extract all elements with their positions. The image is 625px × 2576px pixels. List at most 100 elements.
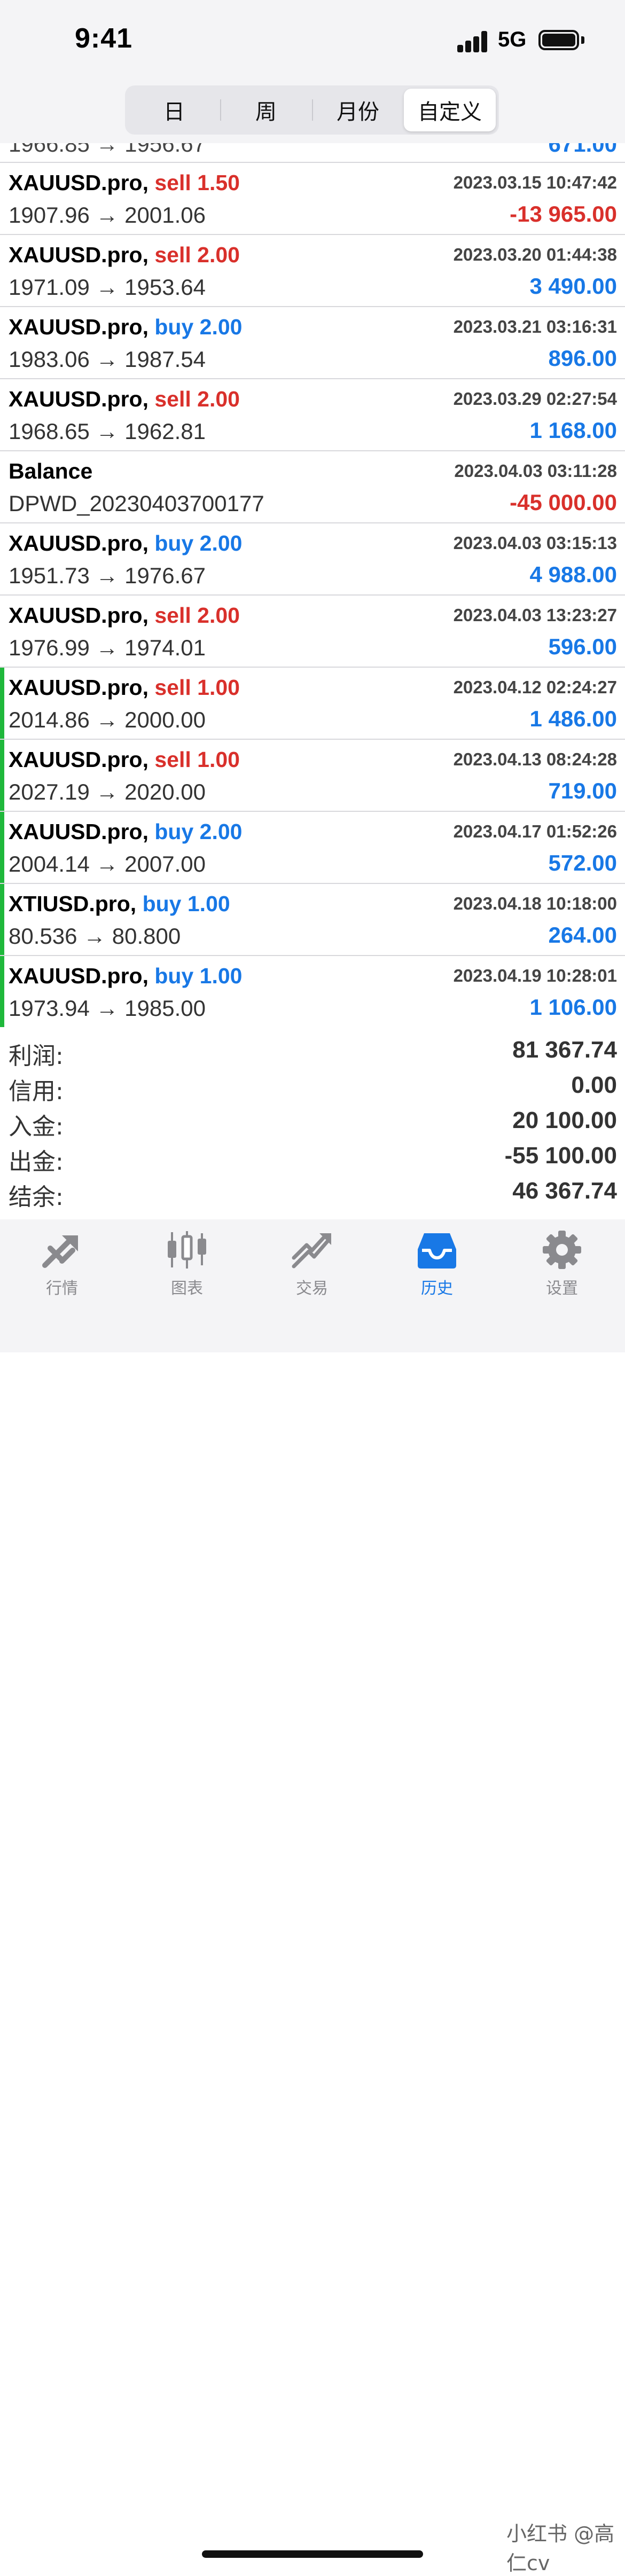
list-item[interactable]: XAUUSD.pro, sell 2.00 2023.04.03 13:23:27…	[0, 596, 625, 668]
trade-side: buy 2.00	[154, 819, 243, 844]
trade-date: 2023.04.19 10:28:01	[453, 966, 617, 985]
trade-side: sell 1.00	[154, 675, 240, 700]
trade-symbol: XAUUSD.pro,	[9, 531, 149, 555]
network-type: 5G	[498, 28, 527, 51]
trade-date: 2023.04.03 13:23:27	[453, 605, 617, 625]
list-item[interactable]: XAUUSD.pro, sell 2.00 2023.03.20 01:44:38…	[0, 235, 625, 307]
tab-label: 历史	[421, 1279, 453, 1298]
trade-title: XTIUSD.pro, buy 1.00	[9, 891, 230, 917]
trade-title: XAUUSD.pro, sell 1.00	[9, 675, 240, 700]
trade-date: 2023.03.20 01:44:38	[453, 245, 617, 264]
summary-withdrawal: 出金: -55 100.00	[0, 1138, 625, 1176]
summary-value: 20 100.00	[512, 1107, 617, 1133]
history-list[interactable]: 1966.85 → 1956.67 671.00 XAUUSD.pro, sel…	[0, 143, 625, 1027]
home-indicator[interactable]	[202, 2550, 423, 2558]
tab-label: 行情	[46, 1279, 78, 1298]
trade-side: sell 2.00	[154, 242, 240, 267]
list-item[interactable]: XAUUSD.pro, buy 2.00 2023.03.21 03:16:31 1…	[0, 307, 625, 379]
trade-date: 2023.04.13 08:24:28	[453, 749, 617, 769]
list-item[interactable]: XAUUSD.pro, buy 2.00 2023.04.17 01:52:26 2…	[0, 812, 625, 884]
summary-profit: 利润: 81 367.74	[0, 1032, 625, 1070]
tab-chart[interactable]: 图表	[139, 1230, 235, 1310]
trade-side: buy 1.00	[142, 891, 230, 916]
trade-side: sell 2.00	[154, 387, 240, 411]
trade-symbol: XAUUSD.pro,	[9, 964, 149, 988]
trade-profit: 671.00	[548, 143, 617, 156]
trade-symbol: XAUUSD.pro,	[9, 603, 149, 628]
trade-title: XAUUSD.pro, sell 2.00	[9, 242, 240, 268]
battery-tip	[581, 36, 584, 44]
trade-profit: 572.00	[548, 850, 617, 875]
summary-balance: 结余: 46 367.74	[0, 1173, 625, 1211]
trade-prices: 1966.85 → 1956.67	[9, 143, 206, 156]
open-position-marker	[0, 884, 4, 955]
summary-value: 46 367.74	[512, 1178, 617, 1204]
trade-profit: 3 490.00	[529, 273, 618, 299]
segment-day[interactable]: 日	[128, 89, 220, 131]
cellular-signal-icon	[457, 31, 489, 52]
list-item[interactable]: XAUUSD.pro, sell 2.00 2023.03.29 02:27:54…	[0, 379, 625, 451]
trade-side: buy 2.00	[154, 315, 243, 339]
summary-label: 出金:	[9, 1148, 64, 1176]
trade-symbol: Balance	[9, 459, 93, 483]
trade-profit: 1 168.00	[529, 418, 618, 443]
trade-side: sell 1.50	[154, 170, 240, 195]
status-bar: 9:41 5G	[0, 0, 625, 80]
trade-prices: 1973.94 → 1985.00	[9, 996, 206, 1021]
segment-week[interactable]: 周	[220, 89, 312, 131]
trade-date: 2023.03.15 10:47:42	[453, 173, 617, 192]
summary-label: 结余:	[9, 1184, 64, 1211]
trade-profit: 719.00	[548, 778, 617, 803]
trade-prices: 1907.96 → 2001.06	[9, 202, 206, 228]
trade-side: buy 2.00	[154, 531, 243, 555]
trade-title: XAUUSD.pro, sell 1.00	[9, 747, 240, 772]
trade-date: 2023.04.17 01:52:26	[453, 821, 617, 841]
list-item[interactable]: XAUUSD.pro, buy 1.00 2023.04.19 10:28:01 1…	[0, 956, 625, 1027]
tab-history[interactable]: 历史	[389, 1230, 485, 1310]
list-item[interactable]: XAUUSD.pro, sell 1.50 2023.03.15 10:47:42…	[0, 163, 625, 235]
chart-icon	[168, 1231, 206, 1269]
segment-custom[interactable]: 自定义	[404, 89, 496, 131]
trade-title: XAUUSD.pro, buy 2.00	[9, 819, 242, 844]
trade-title: XAUUSD.pro, sell 2.00	[9, 387, 240, 412]
quotes-icon	[42, 1235, 78, 1268]
trade-prices: 80.536 → 80.800	[9, 923, 181, 949]
tab-label: 设置	[546, 1279, 578, 1298]
trade-profit: -45 000.00	[510, 490, 617, 515]
list-item[interactable]: XAUUSD.pro, buy 2.00 2023.04.03 03:15:13 1…	[0, 523, 625, 596]
battery-icon	[538, 30, 579, 50]
trade-symbol: XAUUSD.pro,	[9, 242, 149, 267]
open-position-marker	[0, 956, 4, 1027]
trade-profit: -13 965.00	[510, 201, 617, 226]
trade-title: XAUUSD.pro, sell 1.50	[9, 170, 240, 195]
trade-profit: 596.00	[548, 634, 617, 659]
open-position-marker	[0, 812, 4, 883]
trade-prices: 2014.86 → 2000.00	[9, 707, 206, 732]
status-time: 9:41	[75, 23, 133, 54]
trade-symbol: XAUUSD.pro,	[9, 819, 149, 844]
summary-label: 利润:	[9, 1043, 64, 1070]
trade-date: 2023.04.18 10:18:00	[453, 894, 617, 913]
list-item[interactable]: 1966.85 → 1956.67 671.00	[0, 143, 625, 163]
trade-title: Balance	[9, 459, 92, 484]
trade-profit: 1 106.00	[529, 995, 618, 1020]
account-summary: 利润: 81 367.74 信用: 0.00 入金: 20 100.00 出金:…	[0, 1027, 625, 1220]
trade-side: buy 1.00	[154, 964, 243, 988]
trade-symbol: XAUUSD.pro,	[9, 170, 149, 195]
trade-prices: 2004.14 → 2007.00	[9, 851, 206, 876]
tab-settings[interactable]: 设置	[514, 1230, 610, 1310]
segment-month[interactable]: 月份	[312, 89, 404, 131]
list-item[interactable]: Balance 2023.04.03 03:11:28 DPWD_20230403…	[0, 451, 625, 523]
trade-side: sell 2.00	[154, 603, 240, 628]
list-item[interactable]: XTIUSD.pro, buy 1.00 2023.04.18 10:18:00 8…	[0, 884, 625, 956]
tab-quotes[interactable]: 行情	[14, 1230, 110, 1310]
open-position-marker	[0, 740, 4, 811]
tab-trade[interactable]: 交易	[264, 1230, 360, 1310]
summary-credit: 信用: 0.00	[0, 1068, 625, 1105]
list-item[interactable]: XAUUSD.pro, sell 1.00 2023.04.12 02:24:27…	[0, 668, 625, 740]
list-item[interactable]: XAUUSD.pro, sell 1.00 2023.04.13 08:24:28…	[0, 740, 625, 812]
trade-title: XAUUSD.pro, buy 2.00	[9, 531, 242, 556]
summary-label: 信用:	[9, 1078, 64, 1105]
trade-date: 2023.04.03 03:15:13	[453, 533, 617, 553]
trade-date: 2023.04.03 03:11:28	[454, 461, 617, 481]
